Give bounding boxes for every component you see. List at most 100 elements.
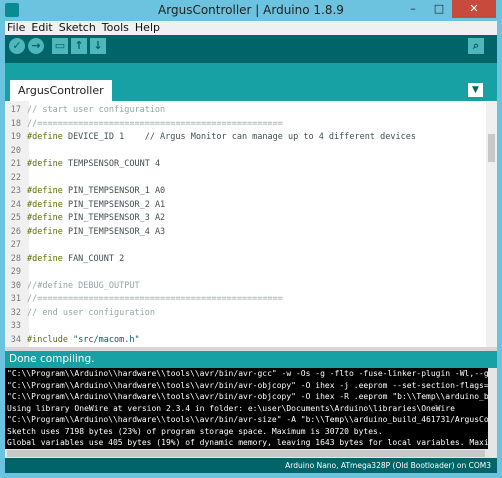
minimize-button[interactable]: –: [400, 0, 426, 18]
maximize-button[interactable]: □: [426, 0, 452, 18]
code-line: 34 #include "src/macom.h": [5, 334, 485, 348]
editor-scroll-thumb[interactable]: [488, 134, 495, 162]
title-bar: ArgusController | Arduino 1.8.9 – □ ✕: [0, 0, 502, 21]
line-number: 24: [10, 199, 21, 210]
code-line: 29: [5, 266, 485, 280]
code-line: 24 #define PIN_TEMPSENSOR_2 A1: [5, 199, 485, 213]
code-line: 25 #define PIN_TEMPSENSOR_3 A2: [5, 212, 485, 226]
new-sketch-button[interactable]: ▭: [52, 38, 68, 54]
code-line: 22: [5, 172, 485, 186]
line-number: 25: [10, 213, 21, 223]
editor-vertical-scrollbar[interactable]: [486, 101, 497, 347]
code-line: 33: [5, 320, 485, 334]
code-line: 23 #define PIN_TEMPSENSOR_1 A0: [5, 185, 485, 199]
line-number: 30: [10, 280, 21, 291]
serial-monitor-button[interactable]: ⌕: [468, 38, 484, 54]
code-rest: TEMPSENSOR_COUNT 4: [62, 159, 161, 169]
menu-edit[interactable]: Edit: [31, 21, 52, 35]
code-text: #include "src/macom.h": [25, 335, 140, 345]
preprocessor-keyword: #define: [27, 253, 63, 264]
line-number: 32: [10, 307, 21, 318]
line-number: 33: [10, 321, 21, 331]
code-text: //======================================…: [27, 294, 283, 304]
console-line: Using library OneWire at version 2.3.4 i…: [7, 403, 455, 413]
console-line: "C:\\Program\\Arduino\\hardware\\tools\\…: [7, 369, 494, 378]
line-number: 21: [10, 159, 21, 169]
code-text: #define PIN_TEMPSENSOR_3 A2: [25, 213, 165, 223]
window-controls: – □ ✕: [400, 0, 496, 18]
code-rest: FAN_COUNT 2: [62, 253, 125, 264]
code-rest: PIN_TEMPSENSOR_2 A1: [62, 199, 166, 210]
tab-menu-dropdown-icon[interactable]: ▼: [468, 83, 483, 97]
code-text: #define TEMPSENSOR_COUNT 4: [25, 159, 160, 169]
code-text: #define PIN_TEMPSENSOR_2 A1: [25, 200, 165, 210]
preprocessor-keyword: #define: [27, 132, 63, 142]
menu-tools[interactable]: Tools: [102, 21, 129, 35]
tab-bar: ArgusController ▼: [5, 63, 497, 101]
line-number: 18: [10, 118, 21, 129]
console-line: Sketch uses 7198 bytes (23%) of program …: [7, 426, 383, 436]
line-number: 23: [10, 186, 21, 196]
code-editor[interactable]: 17 // start user configuration 18 //=======…: [5, 101, 497, 347]
code-line: 27: [5, 239, 485, 253]
line-number: 28: [10, 253, 21, 264]
status-message: Done compiling.: [5, 351, 497, 368]
preprocessor-keyword: #define: [27, 213, 63, 223]
code-rest: PIN_TEMPSENSOR_1 A0: [62, 186, 166, 196]
menu-help[interactable]: Help: [135, 21, 160, 35]
code-text: //#define DEBUG_OUTPUT: [27, 280, 140, 291]
preprocessor-keyword: #define: [27, 159, 63, 169]
code-line: 31 //====================================…: [5, 293, 485, 307]
code-line: 28 #define FAN_COUNT 2: [5, 253, 485, 267]
line-number: 34: [10, 334, 21, 345]
tab-arguscontroller[interactable]: ArgusController: [10, 80, 112, 101]
console-vertical-scrollbar[interactable]: [488, 368, 497, 449]
menu-sketch[interactable]: Sketch: [59, 21, 96, 35]
code-line: 20: [5, 145, 485, 159]
output-console[interactable]: "C:\\Program\\Arduino\\hardware\\tools\\…: [5, 368, 497, 449]
code-line: 21 #define TEMPSENSOR_COUNT 4: [5, 158, 485, 172]
code-rest: "src/macom.h": [67, 334, 140, 345]
menu-file[interactable]: File: [7, 21, 25, 35]
line-number: 31: [10, 294, 21, 304]
line-number: 19: [10, 132, 21, 142]
code-text: #define FAN_COUNT 2: [25, 254, 124, 264]
code-rest: PIN_TEMPSENSOR_3 A2: [62, 213, 166, 223]
code-line: 30 //#define DEBUG_OUTPUT: [5, 280, 485, 294]
code-text: #define PIN_TEMPSENSOR_1 A0: [25, 186, 165, 196]
board-status: Arduino Nano, ATmega328P (Old Bootloader…: [5, 458, 497, 473]
line-number: 20: [10, 145, 21, 156]
code-text: #define DEVICE_ID 1 // Argus Monitor can…: [25, 132, 416, 142]
code-text: #define PIN_TEMPSENSOR_4 A3: [25, 227, 165, 237]
app-frame: File Edit Sketch Tools Help ✓ → ▭ ↑ ↓ ⌕ …: [5, 21, 497, 473]
console-line: "C:\\Program\\Arduino\\hardware\\tools\\…: [7, 380, 489, 390]
verify-button[interactable]: ✓: [9, 38, 25, 54]
code-line: 26 #define PIN_TEMPSENSOR_4 A3: [5, 226, 485, 240]
code-text: // start user configuration: [27, 105, 166, 115]
code-rest: PIN_TEMPSENSOR_4 A3: [62, 226, 166, 237]
line-number: 26: [10, 226, 21, 237]
line-number: 17: [10, 105, 21, 115]
preprocessor-keyword: #define: [27, 226, 63, 237]
code-line: 17 // start user configuration: [5, 104, 485, 118]
open-sketch-button[interactable]: ↑: [71, 38, 87, 54]
code-text: //======================================…: [27, 118, 283, 129]
save-sketch-button[interactable]: ↓: [90, 38, 106, 54]
code-rest: DEVICE_ID 1 // Argus Monitor can manage …: [62, 132, 416, 142]
code-line: 32 // end user configuration: [5, 307, 485, 321]
code-line: 18 //====================================…: [5, 118, 485, 132]
toolbar: ✓ → ▭ ↑ ↓ ⌕: [5, 35, 497, 63]
line-number: 29: [10, 267, 21, 277]
console-scroll-thumb[interactable]: [7, 450, 485, 457]
preprocessor-keyword: #define: [27, 199, 63, 210]
console-horizontal-scrollbar[interactable]: [5, 449, 497, 458]
upload-button[interactable]: →: [28, 38, 44, 54]
preprocessor-keyword: #include: [27, 334, 68, 345]
code-line: 19 #define DEVICE_ID 1 // Argus Monitor c…: [5, 131, 485, 145]
close-button[interactable]: ✕: [452, 0, 496, 18]
